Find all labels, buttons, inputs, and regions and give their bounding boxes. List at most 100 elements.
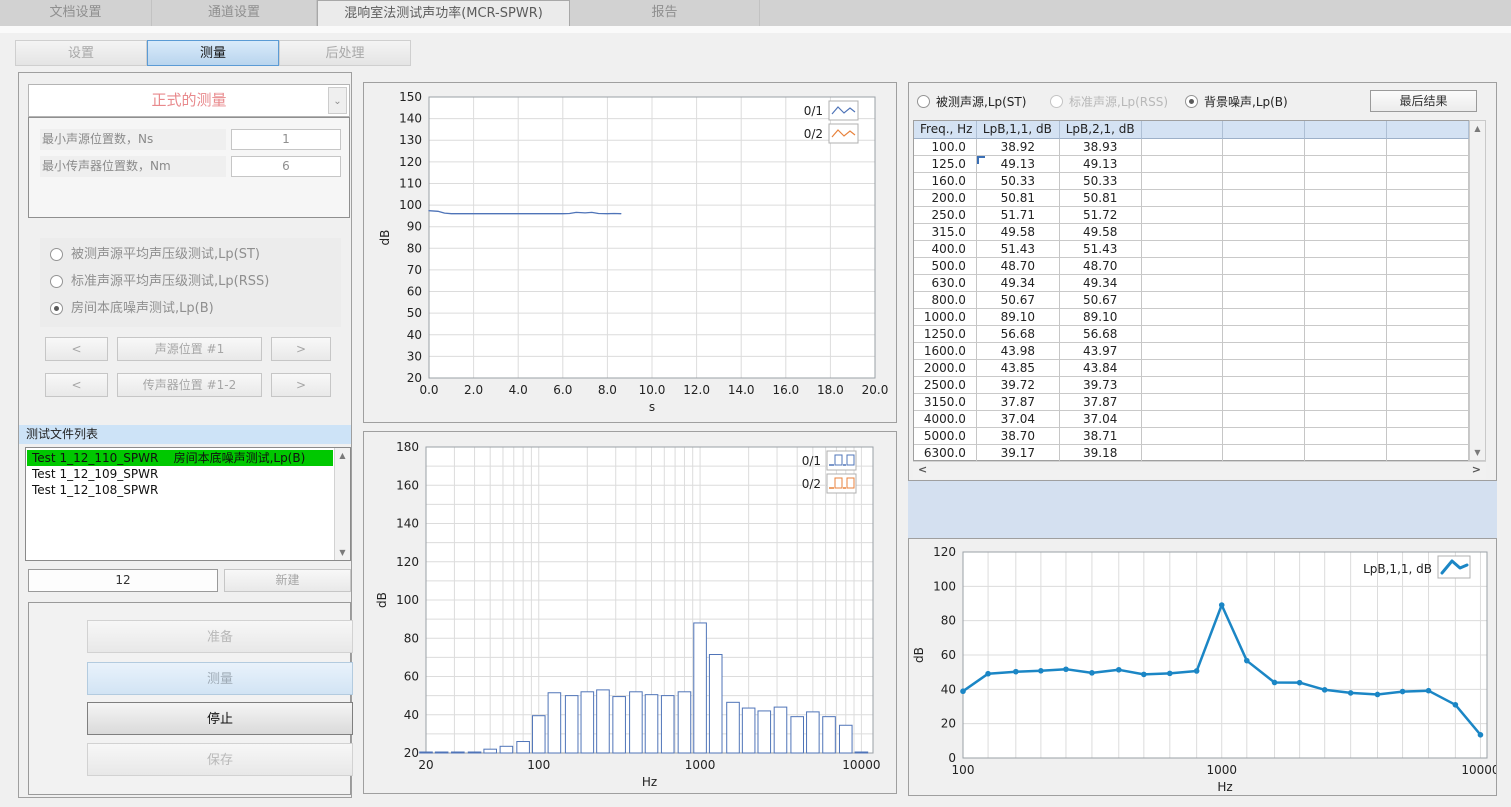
value-cell[interactable]	[1142, 156, 1224, 173]
freq-cell[interactable]: 125.0	[914, 156, 977, 173]
list-item[interactable]: Test 1_12_108_SPWR	[27, 482, 333, 498]
value-cell[interactable]: 37.87	[1060, 394, 1142, 411]
value-cell[interactable]	[1305, 292, 1387, 309]
table-row[interactable]: 6300.039.1739.18	[914, 445, 1469, 462]
freq-cell[interactable]: 4000.0	[914, 411, 977, 428]
last-result-button[interactable]: 最后结果	[1370, 90, 1477, 112]
value-cell[interactable]	[1305, 326, 1387, 343]
value-cell[interactable]	[1223, 258, 1305, 275]
value-cell[interactable]: 50.67	[977, 292, 1060, 309]
value-cell[interactable]: 38.92	[977, 139, 1060, 156]
table-row[interactable]: 1250.056.6856.68	[914, 326, 1469, 343]
mic-prev-button[interactable]: <	[45, 373, 108, 397]
value-cell[interactable]: 49.58	[1060, 224, 1142, 241]
value-cell[interactable]: 39.17	[977, 445, 1060, 462]
file-list-scrollbar[interactable]: ▲ ▼	[334, 448, 350, 560]
value-cell[interactable]	[1142, 445, 1224, 462]
table-row[interactable]: 630.049.3449.34	[914, 275, 1469, 292]
file-count-button[interactable]: 12	[28, 569, 218, 592]
value-cell[interactable]: 51.43	[1060, 241, 1142, 258]
action-button-2[interactable]: 测量	[87, 662, 353, 695]
table-row[interactable]: 1600.043.9843.97	[914, 343, 1469, 360]
freq-cell[interactable]: 200.0	[914, 190, 977, 207]
value-cell[interactable]: 51.72	[1060, 207, 1142, 224]
value-cell[interactable]	[1223, 377, 1305, 394]
freq-cell[interactable]: 2000.0	[914, 360, 977, 377]
table-row[interactable]: 250.051.7151.72	[914, 207, 1469, 224]
value-cell[interactable]	[1142, 428, 1224, 445]
value-cell[interactable]	[1387, 241, 1469, 258]
result-radio-icon[interactable]	[1185, 95, 1198, 108]
value-cell[interactable]: 50.81	[1060, 190, 1142, 207]
value-cell[interactable]	[1223, 326, 1305, 343]
value-cell[interactable]: 56.68	[1060, 326, 1142, 343]
value-cell[interactable]: 49.34	[977, 275, 1060, 292]
value-cell[interactable]: 39.72	[977, 377, 1060, 394]
value-cell[interactable]	[1142, 139, 1224, 156]
value-cell[interactable]: 39.18	[1060, 445, 1142, 462]
value-cell[interactable]	[1305, 275, 1387, 292]
mic-next-button[interactable]: >	[271, 373, 331, 397]
table-row[interactable]: 1000.089.1089.10	[914, 309, 1469, 326]
tab-4[interactable]: 报告	[570, 0, 760, 26]
value-cell[interactable]	[1223, 241, 1305, 258]
value-cell[interactable]	[1387, 411, 1469, 428]
radio-icon[interactable]	[50, 302, 63, 315]
table-row[interactable]: 125.049.1349.13	[914, 156, 1469, 173]
value-cell[interactable]	[1305, 309, 1387, 326]
chevron-down-icon[interactable]: ⌄	[328, 87, 347, 114]
value-cell[interactable]	[1387, 309, 1469, 326]
measurement-mode-select[interactable]: 正式的测量 ⌄	[28, 84, 350, 117]
table-row[interactable]: 315.049.5849.58	[914, 224, 1469, 241]
value-cell[interactable]	[1223, 190, 1305, 207]
value-cell[interactable]: 48.70	[1060, 258, 1142, 275]
list-item[interactable]: Test 1_12_110_SPWR 房间本底噪声测试,Lp(B)	[27, 450, 333, 466]
value-cell[interactable]	[1305, 190, 1387, 207]
radio-icon[interactable]	[50, 248, 63, 261]
value-cell[interactable]	[1305, 224, 1387, 241]
value-cell[interactable]	[1223, 309, 1305, 326]
source-position-button[interactable]: 声源位置 #1	[117, 337, 262, 361]
param-input[interactable]: 1	[231, 129, 341, 150]
value-cell[interactable]	[1223, 173, 1305, 190]
param-input[interactable]: 6	[231, 156, 341, 177]
value-cell[interactable]	[1223, 224, 1305, 241]
value-cell[interactable]	[1387, 326, 1469, 343]
value-cell[interactable]	[1387, 377, 1469, 394]
action-button-3[interactable]: 停止	[87, 702, 353, 735]
freq-cell[interactable]: 160.0	[914, 173, 977, 190]
value-cell[interactable]: 37.04	[977, 411, 1060, 428]
value-cell[interactable]	[1142, 309, 1224, 326]
source-prev-button[interactable]: <	[45, 337, 108, 361]
value-cell[interactable]: 43.84	[1060, 360, 1142, 377]
action-button-1[interactable]: 准备	[87, 620, 353, 653]
table-row[interactable]: 2500.039.7239.73	[914, 377, 1469, 394]
value-cell[interactable]	[1387, 445, 1469, 462]
new-file-button[interactable]: 新建	[224, 569, 351, 592]
freq-cell[interactable]: 1000.0	[914, 309, 977, 326]
value-cell[interactable]	[1387, 292, 1469, 309]
value-cell[interactable]	[1223, 360, 1305, 377]
table-row[interactable]: 400.051.4351.43	[914, 241, 1469, 258]
result-radio-icon[interactable]	[1050, 95, 1063, 108]
freq-cell[interactable]: 315.0	[914, 224, 977, 241]
freq-cell[interactable]: 6300.0	[914, 445, 977, 462]
value-cell[interactable]: 43.85	[977, 360, 1060, 377]
value-cell[interactable]: 37.87	[977, 394, 1060, 411]
value-cell[interactable]	[1305, 360, 1387, 377]
value-cell[interactable]	[1387, 190, 1469, 207]
subtab-1[interactable]: 设置	[15, 40, 147, 66]
value-cell[interactable]	[1305, 394, 1387, 411]
subtab-2[interactable]: 测量	[147, 40, 279, 66]
freq-cell[interactable]: 400.0	[914, 241, 977, 258]
value-cell[interactable]	[1387, 173, 1469, 190]
value-cell[interactable]	[1305, 343, 1387, 360]
value-cell[interactable]	[1142, 411, 1224, 428]
value-cell[interactable]	[1387, 207, 1469, 224]
value-cell[interactable]	[1223, 445, 1305, 462]
table-row[interactable]: 160.050.3350.33	[914, 173, 1469, 190]
value-cell[interactable]: 49.34	[1060, 275, 1142, 292]
value-cell[interactable]	[1223, 207, 1305, 224]
freq-cell[interactable]: 5000.0	[914, 428, 977, 445]
table-row[interactable]: 3150.037.8737.87	[914, 394, 1469, 411]
